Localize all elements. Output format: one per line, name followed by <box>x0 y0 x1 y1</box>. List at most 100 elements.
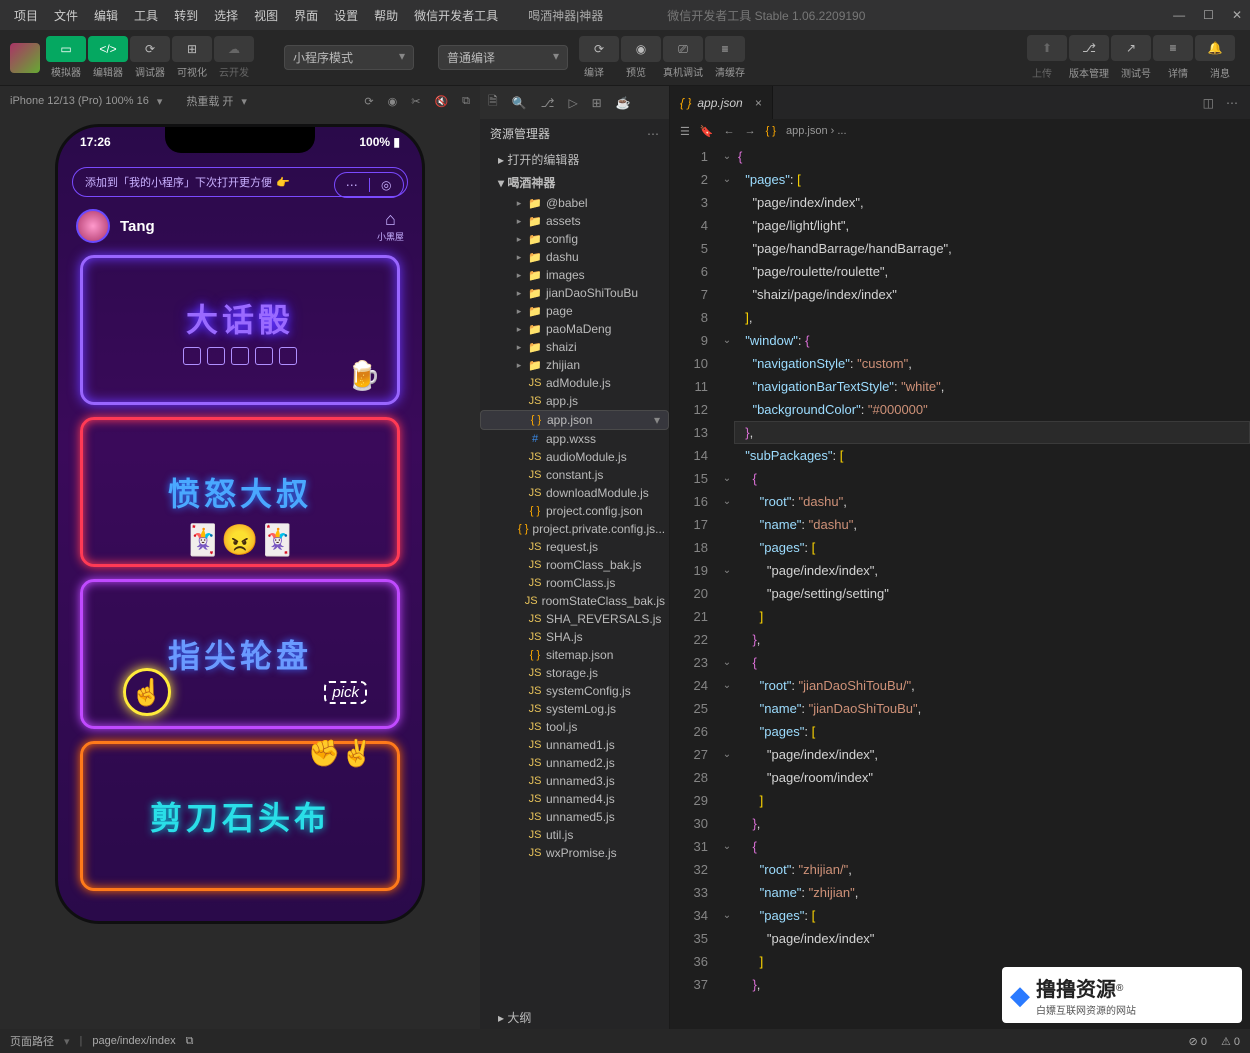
tree-item-audioModulejs[interactable]: JSaudioModule.js <box>480 448 669 466</box>
add-tip-bar[interactable]: 添加到「我的小程序」下次打开更方便 👉 <box>72 167 408 197</box>
errors-count[interactable]: ⊘ 0 <box>1189 1035 1207 1048</box>
tree-item-roomClass_bakjs[interactable]: JSroomClass_bak.js <box>480 556 669 574</box>
phone-simulator[interactable]: 17:26 100% ▮ ⋯ ◎ 添加到「我的小程序」下次打开更方便 👉 Tan… <box>55 124 425 924</box>
explorer-tab-icon[interactable]: 🗎 <box>488 92 498 113</box>
real-debug-button[interactable]: ⎚ <box>663 36 703 62</box>
nav-fwd-icon[interactable]: → <box>745 125 756 137</box>
menu-devtools[interactable]: 微信开发者工具 <box>408 7 504 24</box>
tab-close-icon[interactable]: × <box>755 96 762 110</box>
menu-file[interactable]: 文件 <box>48 7 84 24</box>
menu-select[interactable]: 选择 <box>208 7 244 24</box>
device-select[interactable]: iPhone 12/13 (Pro) 100% 16 <box>10 95 149 107</box>
menu-project[interactable]: 项目 <box>8 7 44 24</box>
menu-ui[interactable]: 界面 <box>288 7 324 24</box>
tree-item-appjson[interactable]: { }app.json <box>480 410 669 430</box>
tree-item-paoMaDeng[interactable]: ▸📁paoMaDeng <box>480 320 669 338</box>
sim-user-avatar[interactable] <box>76 209 110 243</box>
debug-tab-icon[interactable]: ▷ <box>568 96 577 110</box>
tree-item-projectconfigjson[interactable]: { }project.config.json <box>480 502 669 520</box>
tree-item-unnamed1js[interactable]: JSunnamed1.js <box>480 736 669 754</box>
tree-item-babel[interactable]: ▸📁@babel <box>480 194 669 212</box>
tree-item-shaizi[interactable]: ▸📁shaizi <box>480 338 669 356</box>
warnings-count[interactable]: ⚠ 0 <box>1221 1035 1240 1048</box>
window-minimize-icon[interactable]: — <box>1173 8 1185 22</box>
search-tab-icon[interactable]: 🔍 <box>512 96 527 110</box>
cloud-dev-button[interactable]: ☁ <box>214 36 254 62</box>
tree-item-projectprivateconfigjs[interactable]: { }project.private.config.js... <box>480 520 669 538</box>
hot-reload-toggle[interactable]: 热重载 开 <box>186 93 233 109</box>
preview-button[interactable]: ◉ <box>621 36 661 62</box>
tree-item-systemLogjs[interactable]: JSsystemLog.js <box>480 700 669 718</box>
breadcrumb-path[interactable]: app.json › ... <box>786 125 847 137</box>
editor-button[interactable]: </> <box>88 36 128 62</box>
testnum-button[interactable]: ↗ <box>1111 35 1151 61</box>
compile-select[interactable]: 普通编译 <box>438 45 568 70</box>
open-editors-section[interactable]: ▸ 打开的编辑器 <box>480 148 669 171</box>
sim-refresh-icon[interactable]: ⟳ <box>364 95 373 108</box>
tree-item-unnamed4js[interactable]: JSunnamed4.js <box>480 790 669 808</box>
tree-item-sitemapjson[interactable]: { }sitemap.json <box>480 646 669 664</box>
debugger-button[interactable]: ⟳ <box>130 36 170 62</box>
detail-button[interactable]: ≡ <box>1153 35 1193 61</box>
menu-help[interactable]: 帮助 <box>368 7 404 24</box>
tree-item-dashu[interactable]: ▸📁dashu <box>480 248 669 266</box>
tree-item-wxPromisejs[interactable]: JSwxPromise.js <box>480 844 669 862</box>
nav-back-icon[interactable]: ← <box>724 125 735 137</box>
toggle-sidebar-icon[interactable]: ☰ <box>680 125 690 138</box>
game-card-angry[interactable]: 愤怒大叔 🃏😠🃏 <box>80 417 400 567</box>
tree-item-downloadModulejs[interactable]: JSdownloadModule.js <box>480 484 669 502</box>
mode-select[interactable]: 小程序模式 <box>284 45 414 70</box>
tree-item-storagejs[interactable]: JSstorage.js <box>480 664 669 682</box>
window-close-icon[interactable]: ✕ <box>1232 8 1242 22</box>
outline-section[interactable]: ▸ 大纲 <box>480 1006 669 1029</box>
version-button[interactable]: ⎇ <box>1069 35 1109 61</box>
menu-tools[interactable]: 工具 <box>128 7 164 24</box>
tree-item-jianDaoShiTouBu[interactable]: ▸📁jianDaoShiTouBu <box>480 284 669 302</box>
tree-item-appjs[interactable]: JSapp.js <box>480 392 669 410</box>
menu-edit[interactable]: 编辑 <box>88 7 124 24</box>
copy-route-icon[interactable]: ⧉ <box>186 1035 194 1048</box>
compile-button[interactable]: ⟳ <box>579 36 619 62</box>
mini-home[interactable]: ⌂ 小黑屋 <box>377 209 404 243</box>
sim-mute-icon[interactable]: 🔇 <box>434 95 448 108</box>
ext-tab-icon[interactable]: ⊞ <box>592 96 602 110</box>
menu-settings[interactable]: 设置 <box>328 7 364 24</box>
tree-item-roomStateClass_bakjs[interactable]: JSroomStateClass_bak.js <box>480 592 669 610</box>
game-card-roulette[interactable]: 指尖轮盘 ☝ pick <box>80 579 400 729</box>
tree-item-adModulejs[interactable]: JSadModule.js <box>480 374 669 392</box>
clear-cache-button[interactable]: ≡ <box>705 36 745 62</box>
menu-goto[interactable]: 转到 <box>168 7 204 24</box>
tree-item-SHAjs[interactable]: JSSHA.js <box>480 628 669 646</box>
route-path[interactable]: page/index/index <box>92 1035 175 1047</box>
tree-item-tooljs[interactable]: JStool.js <box>480 718 669 736</box>
simulator-button[interactable]: ▭ <box>46 36 86 62</box>
split-editor-icon[interactable]: ◫ <box>1203 96 1214 110</box>
git-tab-icon[interactable]: ⎇ <box>541 96 555 110</box>
message-button[interactable]: 🔔 <box>1195 35 1235 61</box>
game-card-rps[interactable]: 剪刀石头布 ✊✌ <box>80 741 400 891</box>
bookmark-icon[interactable]: 🔖 <box>700 125 714 138</box>
fold-gutter[interactable]: ⌄⌄⌄⌄⌄⌄⌄⌄⌄⌄⌄ <box>720 143 734 1029</box>
editor-tab-appjson[interactable]: { } app.json × <box>670 86 773 119</box>
user-avatar[interactable] <box>10 43 40 73</box>
visual-button[interactable]: ⊞ <box>172 36 212 62</box>
tree-item-page[interactable]: ▸📁page <box>480 302 669 320</box>
tree-item-SHA_REVERSALSjs[interactable]: JSSHA_REVERSALS.js <box>480 610 669 628</box>
tree-item-unnamed3js[interactable]: JSunnamed3.js <box>480 772 669 790</box>
tree-item-utiljs[interactable]: JSutil.js <box>480 826 669 844</box>
sim-record-icon[interactable]: ◉ <box>388 95 398 108</box>
tree-item-unnamed2js[interactable]: JSunnamed2.js <box>480 754 669 772</box>
api-tab-icon[interactable]: ☕ <box>616 96 631 110</box>
tree-item-systemConfigjs[interactable]: JSsystemConfig.js <box>480 682 669 700</box>
explorer-more-icon[interactable]: ⋯ <box>647 127 659 141</box>
tree-item-appwxss[interactable]: #app.wxss <box>480 430 669 448</box>
game-card-dice[interactable]: 大话骰 🍺 <box>80 255 400 405</box>
window-maximize-icon[interactable]: ☐ <box>1203 8 1214 22</box>
tree-item-assets[interactable]: ▸📁assets <box>480 212 669 230</box>
code-area[interactable]: 1234567891011121314151617181920212223242… <box>670 143 1250 1029</box>
tree-item-roomClassjs[interactable]: JSroomClass.js <box>480 574 669 592</box>
tree-item-unnamed5js[interactable]: JSunnamed5.js <box>480 808 669 826</box>
code-content[interactable]: { "pages": [ "page/index/index", "page/l… <box>734 143 1250 1029</box>
sim-popout-icon[interactable]: ⧉ <box>462 95 470 108</box>
menu-view[interactable]: 视图 <box>248 7 284 24</box>
